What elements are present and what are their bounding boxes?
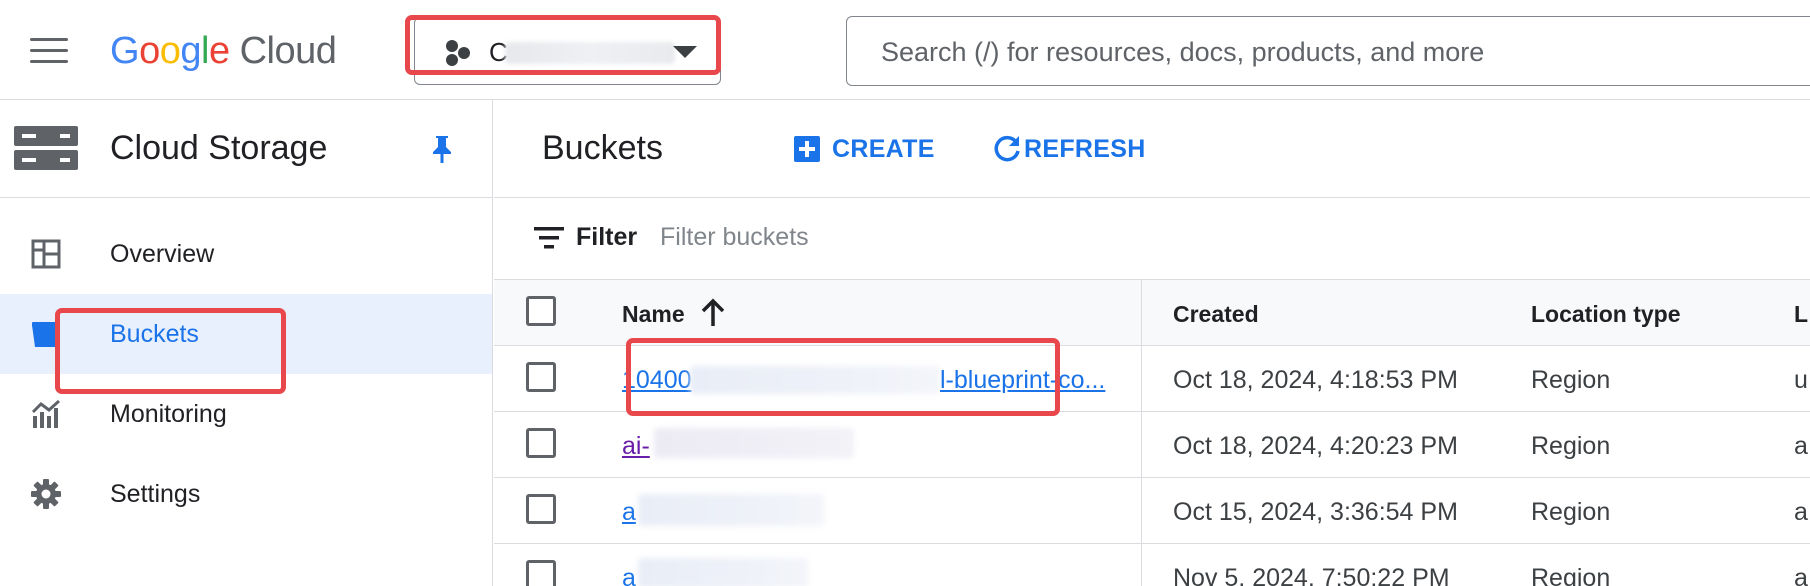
created-cell: Oct 18, 2024, 4:20:23 PM xyxy=(1173,432,1458,460)
sidebar-item-overview[interactable]: Overview xyxy=(0,214,492,294)
row-checkbox[interactable] xyxy=(526,494,556,524)
create-label: CREATE xyxy=(832,134,935,163)
sidebar-item-buckets[interactable]: Buckets xyxy=(0,294,492,374)
filter-bar: Filter xyxy=(494,198,1810,280)
pin-icon[interactable] xyxy=(430,134,454,164)
main-header: Buckets CREATE REFRESH xyxy=(494,100,1810,198)
logo-google: Google xyxy=(110,30,230,72)
table-row[interactable]: ai- Oct 18, 2024, 4:20:23 PM Region a xyxy=(494,412,1810,478)
storage-icon xyxy=(14,126,78,170)
buckets-table: Name Created Location type L 10400 l-blu… xyxy=(494,280,1810,586)
bucket-name-link[interactable]: 10400 xyxy=(622,365,692,395)
location-cell: u xyxy=(1794,366,1808,394)
sidebar-item-label: Overview xyxy=(110,240,215,268)
row-checkbox[interactable] xyxy=(526,428,556,458)
sidebar-item-settings[interactable]: Settings xyxy=(0,454,492,534)
filter-icon[interactable] xyxy=(534,226,564,250)
row-checkbox[interactable] xyxy=(526,560,556,586)
location-type-cell: Region xyxy=(1531,564,1611,586)
refresh-label: REFRESH xyxy=(1024,134,1146,163)
bucket-name-redacted xyxy=(654,428,854,458)
add-box-icon xyxy=(794,136,820,162)
logo-cloud: Cloud xyxy=(239,30,337,72)
location-type-cell: Region xyxy=(1531,366,1611,394)
table-row[interactable]: 10400 l-blueprint-co... Oct 18, 2024, 4:… xyxy=(494,346,1810,412)
nav-title: Cloud Storage xyxy=(110,129,328,167)
gear-icon xyxy=(31,479,61,509)
bucket-name-link-suffix[interactable]: l-blueprint-co... xyxy=(940,365,1105,395)
sidebar-item-label: Buckets xyxy=(110,320,199,348)
bucket-icon xyxy=(32,322,60,347)
column-header-location[interactable]: L xyxy=(1794,300,1808,328)
location-type-cell: Region xyxy=(1531,498,1611,526)
left-nav: Cloud Storage Overview Buckets Monitorin… xyxy=(0,100,493,586)
bucket-name-redacted xyxy=(638,494,824,526)
chart-icon xyxy=(31,399,61,428)
chevron-down-icon xyxy=(673,46,697,58)
search-bar[interactable]: Search (/) for resources, docs, products… xyxy=(846,16,1810,86)
select-all-checkbox[interactable] xyxy=(526,296,556,326)
refresh-button[interactable]: REFRESH xyxy=(992,130,1146,168)
page-title: Buckets xyxy=(542,129,663,167)
created-cell: Oct 15, 2024, 3:36:54 PM xyxy=(1173,498,1458,526)
column-divider[interactable] xyxy=(1141,280,1142,586)
menu-icon[interactable] xyxy=(30,38,68,64)
search-placeholder: Search (/) for resources, docs, products… xyxy=(881,37,1485,67)
dashboard-icon xyxy=(31,239,61,269)
nav-header: Cloud Storage xyxy=(0,100,493,198)
bucket-name-link[interactable]: a xyxy=(622,497,636,527)
refresh-icon xyxy=(994,135,1020,162)
top-bar: Google Cloud C Search (/) for resources, … xyxy=(0,0,1810,100)
location-cell: a xyxy=(1794,432,1808,460)
filter-label[interactable]: Filter xyxy=(576,222,637,252)
created-cell: Oct 18, 2024, 4:18:53 PM xyxy=(1173,366,1458,394)
location-type-cell: Region xyxy=(1531,432,1611,460)
project-picker[interactable]: C xyxy=(414,17,721,85)
bucket-name-redacted xyxy=(638,558,808,586)
column-header-location-type[interactable]: Location type xyxy=(1531,300,1681,328)
google-cloud-logo[interactable]: Google Cloud xyxy=(110,26,337,76)
sidebar-item-label: Settings xyxy=(110,480,201,508)
row-checkbox[interactable] xyxy=(526,362,556,392)
bucket-name-link[interactable]: a xyxy=(622,563,636,586)
create-button[interactable]: CREATE xyxy=(792,130,935,168)
created-cell: Nov 5, 2024, 7:50:22 PM xyxy=(1173,564,1450,586)
location-cell: a xyxy=(1794,498,1808,526)
sidebar-item-label: Monitoring xyxy=(110,400,227,428)
location-cell: a xyxy=(1794,564,1808,586)
bucket-name-link[interactable]: ai- xyxy=(622,431,650,461)
sidebar-item-monitoring[interactable]: Monitoring xyxy=(0,374,492,454)
arrow-up-icon[interactable] xyxy=(700,298,726,328)
table-row[interactable]: a Oct 15, 2024, 3:36:54 PM Region a xyxy=(494,478,1810,544)
table-header: Name Created Location type L xyxy=(494,280,1810,346)
filter-input[interactable] xyxy=(660,216,1560,258)
column-header-created[interactable]: Created xyxy=(1173,300,1259,328)
column-header-name[interactable]: Name xyxy=(622,300,685,328)
project-name-redacted xyxy=(505,42,675,64)
bucket-name-redacted xyxy=(690,366,940,394)
table-row[interactable]: a Nov 5, 2024, 7:50:22 PM Region a xyxy=(494,544,1810,586)
project-hexagons-icon xyxy=(446,40,470,66)
